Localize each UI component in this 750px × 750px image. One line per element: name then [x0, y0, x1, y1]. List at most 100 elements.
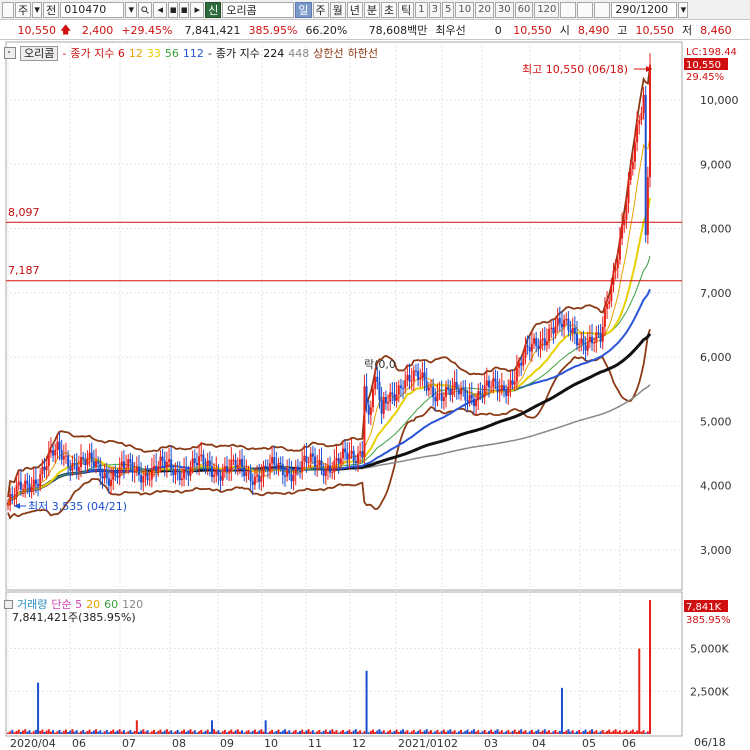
volume-bar — [548, 730, 551, 734]
candle-body — [380, 399, 383, 414]
candle-body — [13, 496, 16, 498]
ma2-label[interactable]: 종가 지수 224 — [216, 45, 284, 61]
volume-bar — [174, 731, 177, 734]
candle-body — [629, 169, 632, 180]
stock-code-input[interactable]: 010470 — [60, 1, 125, 18]
candle-body — [509, 380, 512, 387]
ma-112[interactable]: 112 — [183, 47, 204, 60]
sound-icon[interactable]: ◂ — [153, 1, 168, 18]
upper-band-label[interactable]: 상한선 — [313, 45, 343, 61]
price-chart[interactable]: 10,000 9,000 8,000 7,000 6,000 5,000 4,000 3,00… — [0, 41, 750, 750]
ma-33[interactable]: 33 — [147, 47, 161, 60]
volume-bar — [509, 732, 512, 734]
volume-bar — [15, 730, 18, 734]
interval-120[interactable]: 120 — [534, 1, 560, 18]
ma-56[interactable]: 56 — [165, 47, 179, 60]
volume-bar — [505, 731, 508, 734]
grid-icon[interactable] — [4, 47, 16, 59]
info-icon[interactable]: ▪ — [168, 1, 179, 18]
volume-bar — [410, 731, 413, 734]
menu-button[interactable]: 주 — [15, 1, 32, 18]
interval-5[interactable]: 5 — [442, 1, 455, 18]
candle-body — [168, 459, 171, 463]
volume-icon[interactable] — [4, 599, 13, 609]
interval-60[interactable]: 60 — [514, 1, 534, 18]
interval-3[interactable]: 3 — [428, 1, 441, 18]
volume-ratio: 385.95% — [248, 23, 298, 37]
volume-bar — [567, 729, 570, 734]
candle-body — [612, 270, 615, 285]
count-dropdown-icon[interactable]: ▾ — [678, 1, 689, 18]
candle-body — [468, 394, 471, 402]
volume-bar — [483, 729, 486, 734]
volume-bar — [372, 729, 375, 734]
volume-bar — [633, 731, 636, 734]
ma2-448[interactable]: 448 — [288, 47, 309, 60]
candle-body — [616, 259, 619, 269]
spacer-button-3[interactable] — [594, 1, 611, 18]
period-day[interactable]: 일 — [295, 1, 312, 18]
period-year[interactable]: 년 — [346, 1, 363, 18]
candle-body — [71, 463, 74, 471]
mode-button[interactable]: 전 — [43, 1, 60, 18]
count-field[interactable]: 290/1200 — [611, 1, 678, 18]
interval-20[interactable]: 20 — [475, 1, 494, 18]
period-minute[interactable]: 분 — [363, 1, 380, 18]
candle-body — [528, 347, 531, 352]
volume-bar — [571, 730, 574, 734]
volume-bar — [294, 729, 297, 734]
volume-bar — [644, 732, 647, 734]
candle-body — [301, 461, 304, 472]
volume-bar — [161, 731, 164, 734]
spacer-button[interactable] — [560, 1, 577, 18]
candle-body — [599, 332, 602, 342]
candle-body — [337, 458, 340, 464]
period-second[interactable]: 초 — [381, 1, 398, 18]
candle-body — [191, 458, 194, 468]
period-tick[interactable]: 틱 — [398, 1, 415, 18]
candle-body — [127, 459, 130, 468]
interval-10[interactable]: 10 — [455, 1, 475, 18]
volume-bar — [144, 731, 147, 734]
candle-body — [550, 327, 553, 329]
interval-1[interactable]: 1 — [415, 1, 428, 18]
pref-value: 0 — [494, 23, 502, 37]
volume-bar — [612, 730, 615, 734]
volume-bar — [586, 731, 589, 734]
volume-bar — [243, 732, 246, 734]
ma-label[interactable]: 종가 지수 6 — [70, 45, 124, 61]
color-swatch[interactable] — [2, 1, 14, 18]
chevron-down-icon[interactable]: ▾ — [32, 1, 43, 18]
candle-body — [425, 380, 428, 391]
volume-bar — [485, 732, 488, 734]
volume-bar — [468, 731, 471, 734]
candle-body — [464, 388, 467, 401]
arrow-icon[interactable]: ▸ — [190, 1, 205, 18]
lower-band-label[interactable]: 하한선 — [348, 45, 378, 61]
candle-body — [453, 381, 456, 389]
candle-body — [230, 459, 233, 471]
ma-12[interactable]: 12 — [129, 47, 143, 60]
candle-body — [580, 338, 583, 344]
volume-bar — [621, 732, 624, 734]
period-week[interactable]: 주 — [312, 1, 329, 18]
info-icon-2[interactable]: ▪ — [179, 1, 190, 18]
volume-bar — [13, 732, 16, 734]
volume-value: 7,841,421 — [184, 23, 241, 37]
search-icon[interactable] — [138, 1, 153, 18]
volume-bar — [365, 670, 368, 734]
volume-bar — [565, 730, 568, 734]
interval-30[interactable]: 30 — [494, 1, 514, 18]
candle-body — [582, 338, 585, 346]
spacer-button-2[interactable] — [577, 1, 594, 18]
code-dropdown-icon[interactable]: ▾ — [125, 1, 138, 18]
period-month[interactable]: 월 — [329, 1, 346, 18]
stock-name-tab[interactable]: 오리콤 — [20, 45, 59, 61]
candle-body — [262, 465, 265, 477]
volume-bar — [271, 729, 274, 734]
candle-body — [554, 326, 557, 334]
volume-bar — [500, 730, 503, 734]
candle-body — [455, 381, 458, 390]
candle-body — [159, 456, 162, 467]
stock-name-field[interactable]: 오리콤 — [222, 1, 295, 18]
